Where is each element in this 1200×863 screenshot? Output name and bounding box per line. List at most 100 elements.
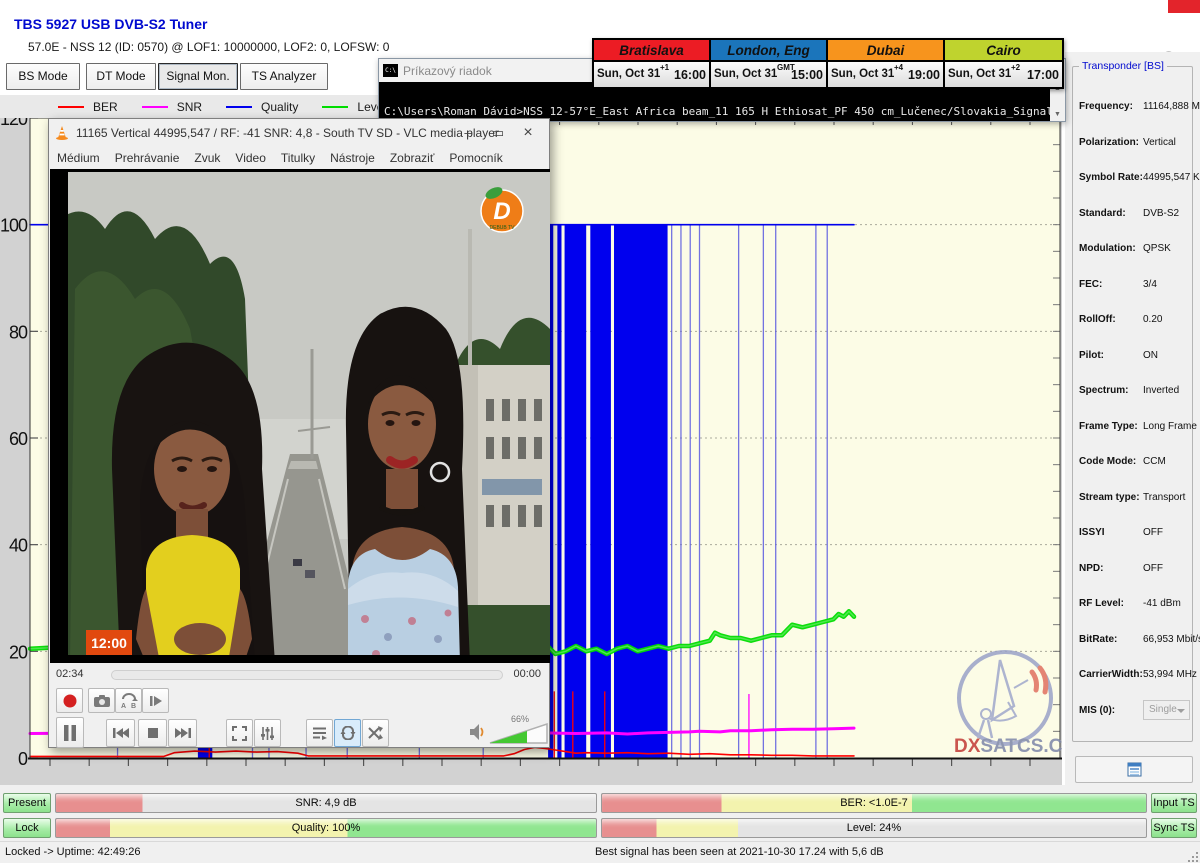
present-button[interactable]: Present — [3, 793, 51, 813]
dxsatcs-watermark: DXSATCS.COM — [948, 648, 1062, 758]
record-icon — [62, 693, 78, 709]
menu-playback[interactable]: Prehrávanie — [115, 151, 180, 165]
elapsed-time: 02:34 — [56, 668, 84, 680]
loop-button[interactable] — [334, 719, 361, 747]
level-bar: Level: 24% — [601, 818, 1147, 838]
tab-signal-mon[interactable]: Signal Mon. — [158, 63, 238, 90]
transponder-rows: Frequency:11164,888 MHz Polarization:Ver… — [1079, 89, 1190, 728]
camera-icon — [93, 694, 111, 708]
tab-ts-analyzer[interactable]: TS Analyzer (OK) — [240, 63, 328, 90]
ts-list-icon — [1127, 762, 1142, 777]
video-time-overlay: 12:00 — [86, 630, 132, 655]
menu-video[interactable]: Video — [235, 151, 265, 165]
clock-city: Cairo — [945, 40, 1062, 62]
shuffle-button[interactable] — [362, 719, 389, 747]
stop-button[interactable] — [138, 719, 167, 747]
svg-text:0: 0 — [18, 749, 28, 769]
ts-list-button[interactable] — [1075, 756, 1193, 783]
close-icon[interactable]: × — [513, 124, 543, 142]
frame-step-icon — [149, 694, 163, 708]
svg-text:80: 80 — [9, 322, 28, 342]
statusbar: Locked -> Uptime: 42:49:26 Best signal h… — [0, 841, 1200, 863]
clock-cairo: Cairo Sun, Oct 31+217:00 — [945, 40, 1062, 87]
menu-help[interactable]: Pomocník — [449, 151, 502, 165]
legend-ber: BER — [58, 100, 118, 114]
tp-row-standard: Standard:DVB-S2 — [1079, 196, 1190, 232]
cmd-icon: C:\ — [383, 64, 398, 77]
tp-row-modulation: Modulation:QPSK — [1079, 231, 1190, 267]
video-frame[interactable]: D DEBUB TV 12:00 — [50, 169, 550, 663]
tab-bs-mode[interactable]: BS Mode — [6, 63, 80, 90]
clock-offset: +4 — [894, 63, 903, 72]
equalizer-button[interactable] — [254, 719, 281, 747]
tp-row-pilot: Pilot:ON — [1079, 338, 1190, 374]
ab-loop-button[interactable]: AB — [115, 688, 142, 713]
ber-bar: BER: <1.0E-7 — [601, 793, 1147, 813]
titlebar-close-button-fragment[interactable] — [1168, 0, 1200, 13]
sync-ts-button[interactable]: Sync TS — [1151, 818, 1197, 838]
tuner-status-line: 57.0E - NSS 12 (ID: 0570) @ LOF1: 100000… — [28, 40, 389, 54]
tab-dt-mode[interactable]: DT Mode — [86, 63, 156, 90]
tp-row-rf-level: RF Level:-41 dBm — [1079, 586, 1190, 622]
maximize-icon[interactable]: ▭ — [483, 125, 513, 141]
scroll-down-icon[interactable]: ▼ — [1050, 108, 1065, 121]
vlc-menubar: Médium Prehrávanie Zvuk Video Titulky Ná… — [49, 146, 549, 169]
cmd-command-line: C:\Users\Roman Dávid>NSS 12-57°E_East Af… — [384, 105, 1065, 118]
tp-row-polarization: Polarization:Vertical — [1079, 125, 1190, 161]
legend-quality: Quality — [226, 100, 298, 114]
menu-medium[interactable]: Médium — [57, 151, 100, 165]
resize-grip[interactable] — [1186, 850, 1198, 862]
tp-row-code-mode: Code Mode:CCM — [1079, 444, 1190, 480]
clock-time: 19:00 — [908, 68, 940, 82]
mis-select[interactable]: Single — [1143, 700, 1190, 720]
snr-bar: SNR: 4,9 dB — [55, 793, 597, 813]
menu-audio[interactable]: Zvuk — [194, 151, 220, 165]
world-clocks: Bratislava Sun, Oct 31 +1 16:00 London, En… — [592, 38, 1064, 89]
clock-offset: +1 — [660, 63, 669, 72]
tp-row-issyi: ISSYIOFF — [1079, 515, 1190, 551]
record-button[interactable] — [56, 688, 83, 713]
pause-button[interactable] — [56, 717, 84, 748]
snapshot-button[interactable] — [88, 688, 115, 713]
playlist-icon — [312, 726, 327, 740]
fullscreen-icon — [232, 726, 247, 741]
menu-view[interactable]: Zobraziť — [390, 151, 435, 165]
speaker-icon[interactable] — [469, 723, 485, 741]
input-ts-button[interactable]: Input TS — [1151, 793, 1197, 813]
previous-button[interactable] — [106, 719, 135, 747]
ab-loop-icon: AB — [120, 693, 138, 709]
svg-text:100: 100 — [0, 216, 28, 236]
lock-button[interactable]: Lock — [3, 818, 51, 838]
menu-subtitles[interactable]: Titulky — [281, 151, 315, 165]
minimize-icon[interactable]: – — [453, 125, 483, 140]
next-button[interactable] — [168, 719, 197, 747]
clock-date: Sun, Oct 31 — [948, 68, 1011, 80]
device-title: TBS 5927 USB DVB-S2 Tuner — [14, 16, 207, 32]
seek-bar[interactable] — [111, 670, 503, 680]
best-signal-status: Best signal has been seen at 2021-10-30 … — [595, 846, 884, 858]
quality-line-swatch — [226, 106, 252, 108]
uptime-status: Locked -> Uptime: 42:49:26 — [5, 846, 140, 858]
menu-tools[interactable]: Nástroje — [330, 151, 375, 165]
clock-date: Sun, Oct 31 — [714, 68, 777, 80]
fullscreen-button[interactable] — [226, 719, 253, 747]
frame-step-button[interactable] — [142, 688, 169, 713]
svg-text:A: A — [121, 703, 126, 709]
playlist-button[interactable] — [306, 719, 333, 747]
svg-text:40: 40 — [9, 536, 28, 556]
tp-row-carrierwidth: CarrierWidth:53,994 MHz — [1079, 657, 1190, 693]
clock-city: Bratislava — [594, 40, 709, 62]
level-line-swatch — [322, 106, 348, 108]
loop-icon — [340, 726, 356, 740]
clock-date: Sun, Oct 31 — [831, 68, 894, 80]
transponder-groupbox: Transponder [BS] Frequency:11164,888 MHz… — [1072, 66, 1193, 742]
tp-row-spectrum: Spectrum:Inverted — [1079, 373, 1190, 409]
vlc-titlebar[interactable]: 11165 Vertical 44995,547 / RF: -41 SNR: … — [49, 119, 549, 146]
clock-time: 16:00 — [674, 68, 706, 82]
volume-slider[interactable] — [489, 723, 549, 745]
tp-row-frequency: Frequency:11164,888 MHz — [1079, 89, 1190, 125]
svg-text:20: 20 — [9, 642, 28, 662]
clock-city: London, Eng — [711, 40, 826, 62]
video-scene: D DEBUB TV 12:00 — [50, 169, 550, 663]
previous-icon — [113, 727, 129, 739]
